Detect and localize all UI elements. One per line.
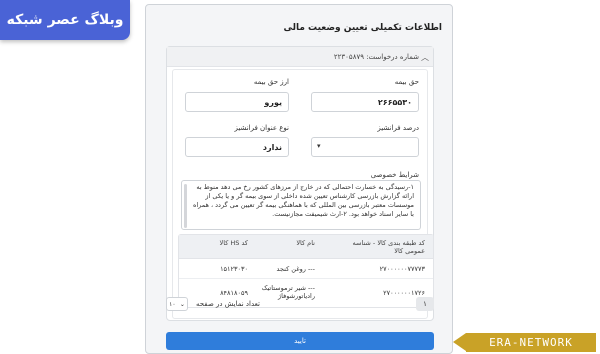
watermark-top-left: وبلاگ عصر شبکه <box>0 0 130 40</box>
chevron-up-icon[interactable]: ︿ <box>421 52 429 63</box>
caret-down-icon: ▾ <box>317 142 321 150</box>
currency-label: ارز حق بیمه <box>253 78 289 86</box>
right-background <box>453 0 600 354</box>
watermark-bottom-right: ERA-NETWORK <box>466 333 596 352</box>
franchise-percent-label: درصد فرانشیز <box>377 124 419 132</box>
cell-name: --- روغن کنجد <box>276 265 315 273</box>
cell-hs: ۸۴۸۱۸۰۵۹ <box>220 289 248 297</box>
textarea-scrollbar[interactable] <box>184 184 187 228</box>
section-header[interactable]: ︿ شماره درخواست: ۲۲۳۰۵۸۷۹ <box>167 47 433 67</box>
currency-field[interactable]: یورو <box>185 92 289 112</box>
cell-code: ۲۷۰۰۰۰۰۰۱۷۲۶ <box>383 289 425 297</box>
table-row[interactable]: ۲۷۰۰۰۰۰۰۷۷۷۷۳ --- روغن کنجد ۱۵۱۲۳۰۳۰ <box>179 259 433 279</box>
financial-status-panel: اطلاعات تکمیلی تعیین وضعیت مالی ︿ شماره … <box>145 4 453 354</box>
franchise-percent-select[interactable]: ▾ <box>311 137 419 157</box>
col-header-hs[interactable]: کد HS کالا <box>220 239 248 247</box>
franchise-type-field[interactable]: ندارد <box>185 137 289 157</box>
franchise-type-label: نوع عنوان فرانشیز <box>234 124 289 132</box>
panel-title: اطلاعات تکمیلی تعیین وضعیت مالی <box>283 23 442 33</box>
conditions-label: شرایط خصوصی <box>370 171 419 179</box>
request-number: شماره درخواست: ۲۲۳۰۵۸۷۹ <box>333 52 419 61</box>
premium-label: حق بیمه <box>394 78 419 86</box>
pagination: ۱ ⌄ ۱۰ تعداد نمایش در صفحه <box>166 297 434 313</box>
table-header-row: کد طبقه بندی کالا - شناسه عمومی کالا نام… <box>179 235 433 259</box>
premium-field[interactable]: ۲۶۶۵۵۳۰ <box>311 92 419 112</box>
conditions-textarea[interactable]: ۱-رسیدگی به خسارت احتمالی که در خارج از … <box>181 180 421 230</box>
page-size-select[interactable]: ⌄ ۱۰ <box>166 297 188 311</box>
page-button-current[interactable]: ۱ <box>416 297 434 311</box>
page-size-label: تعداد نمایش در صفحه <box>196 300 260 308</box>
details-form: حق بیمه ۲۶۶۵۵۳۰ ارز حق بیمه یورو درصد فر… <box>172 69 434 319</box>
watermark-arrow <box>453 333 466 351</box>
chevron-down-icon: ⌄ <box>179 300 185 308</box>
cell-hs: ۱۵۱۲۳۰۳۰ <box>220 265 248 273</box>
col-header-code[interactable]: کد طبقه بندی کالا - شناسه عمومی کالا <box>345 239 425 255</box>
left-background <box>0 0 145 354</box>
request-section: ︿ شماره درخواست: ۲۲۳۰۵۸۷۹ حق بیمه ۲۶۶۵۵۳… <box>166 46 434 321</box>
cell-code: ۲۷۰۰۰۰۰۰۷۷۷۷۳ <box>379 265 425 273</box>
col-header-name[interactable]: نام کالا <box>296 239 315 247</box>
confirm-button[interactable]: تایید <box>166 332 434 350</box>
